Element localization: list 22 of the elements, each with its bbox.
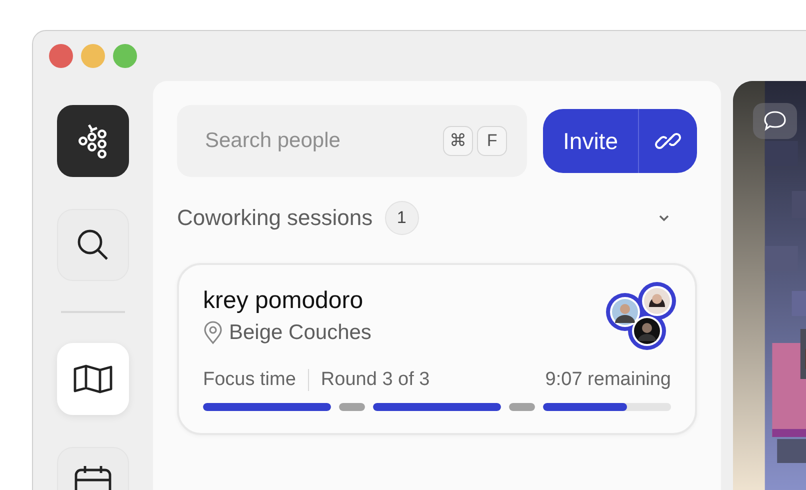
time-remaining: 9:07 remaining [545,369,671,391]
session-count: 1 [384,201,419,235]
map-button[interactable] [57,343,129,415]
speech-bubble-icon [762,109,788,133]
break-progress-bar [509,403,535,411]
phase-label: Focus time [203,369,296,391]
location-pin-icon [203,321,223,345]
chat-button[interactable] [753,103,797,139]
shortcut-key: ⌘ [443,126,474,156]
session-name: krey pomodoro [203,287,364,315]
shortcut-key: F [477,126,508,156]
location-name: Beige Couches [229,321,372,345]
round-label: Round 3 of 3 [320,369,430,391]
search-field[interactable]: Search people [203,128,440,154]
copy-link-button[interactable] [639,109,697,173]
invite-button[interactable]: Invite [543,109,639,173]
grapes-logo-button[interactable] [57,105,129,177]
section-title: Coworking sessions [177,205,373,231]
break-progress-bar [339,403,365,411]
close-button[interactable] [49,44,73,68]
session-card[interactable]: krey pomodoro Beige Couches Focus time Round 3 of 3 9:07 remaining [177,263,697,435]
search-button[interactable] [57,209,129,281]
